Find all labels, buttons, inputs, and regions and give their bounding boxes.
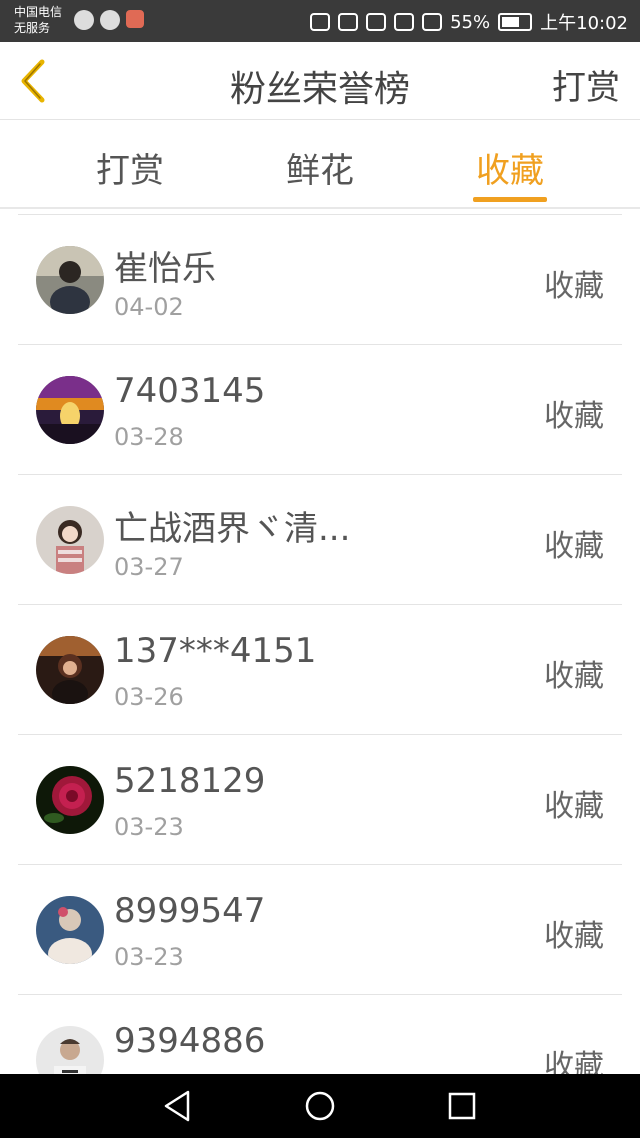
battery-percent: 55% xyxy=(450,11,491,33)
list-item[interactable]: 崔怡乐 04-02 收藏 xyxy=(18,215,622,345)
nav-back-button[interactable] xyxy=(160,1088,196,1124)
user-name: 137***4151 xyxy=(114,631,317,671)
list-item[interactable]: 137***4151 03-26 收藏 xyxy=(18,605,622,735)
battery-icon xyxy=(498,13,533,31)
tab-flowers[interactable]: 鲜花 xyxy=(260,143,380,192)
action-label: 收藏 xyxy=(544,659,604,694)
list-item[interactable]: 7403145 03-28 收藏 xyxy=(18,345,622,475)
alarm-icon xyxy=(366,13,387,31)
page-title: 粉丝荣誉榜 xyxy=(229,69,410,110)
tab-reward[interactable]: 打赏 xyxy=(70,143,190,192)
date: 03-23 xyxy=(114,813,184,841)
action-label: 收藏 xyxy=(544,1049,604,1074)
globe-icon xyxy=(74,10,94,30)
signal-icon xyxy=(422,13,443,31)
date: 04-02 xyxy=(114,293,184,321)
list-item[interactable]: 8999547 03-23 收藏 xyxy=(18,865,622,995)
reward-button[interactable]: 打赏 xyxy=(552,60,620,109)
user-name: 5218129 xyxy=(114,761,266,801)
tab-bar: 打赏 鲜花 收藏 xyxy=(0,121,640,209)
list-item[interactable]: 9394886 收藏 xyxy=(18,995,622,1074)
tab-favorites[interactable]: 收藏 xyxy=(450,143,570,192)
service-status: 无服务 xyxy=(14,21,51,35)
status-bar: 中国电信 无服务 55% 上午10:02 xyxy=(0,0,640,42)
app-notification-icon xyxy=(126,10,144,28)
active-tab-indicator xyxy=(473,197,547,202)
avatar xyxy=(36,636,104,704)
circle-home-icon xyxy=(305,1091,335,1121)
notification-icons xyxy=(74,10,144,30)
action-label: 收藏 xyxy=(544,529,604,564)
list-item[interactable]: 亡战酒界ヾ清... 03-27 收藏 xyxy=(18,475,622,605)
wifi-icon xyxy=(394,13,415,31)
avatar xyxy=(36,246,104,314)
triangle-back-icon xyxy=(164,1090,190,1122)
nav-home-button[interactable] xyxy=(302,1088,338,1124)
user-name: 崔怡乐 xyxy=(114,249,216,289)
date: 03-28 xyxy=(114,423,184,451)
fan-list[interactable]: 崔怡乐 04-02 收藏 7403145 03-28 收藏 亡战酒界ヾ清... … xyxy=(18,214,622,1074)
avatar xyxy=(36,766,104,834)
avatar xyxy=(36,896,104,964)
action-label: 收藏 xyxy=(544,399,604,434)
carrier-name: 中国电信 xyxy=(14,5,63,19)
action-label: 收藏 xyxy=(544,789,604,824)
carrier-info: 中国电信 无服务 xyxy=(14,4,62,36)
system-nav-bar xyxy=(0,1074,640,1138)
user-name: 7403145 xyxy=(114,371,266,411)
user-name: 9394886 xyxy=(114,1021,266,1061)
nav-recents-button[interactable] xyxy=(444,1088,480,1124)
date: 03-27 xyxy=(114,553,184,581)
list-item[interactable]: 5218129 03-23 收藏 xyxy=(18,735,622,865)
headset-icon xyxy=(310,13,331,31)
action-label: 收藏 xyxy=(544,269,604,304)
chat-icon xyxy=(100,10,120,30)
title-bar: 粉丝荣誉榜 打赏 xyxy=(0,42,640,120)
date: 03-26 xyxy=(114,683,184,711)
action-label: 收藏 xyxy=(544,919,604,954)
user-name: 8999547 xyxy=(114,891,266,931)
date: 03-23 xyxy=(114,943,184,971)
avatar xyxy=(36,506,104,574)
status-right: 55% 上午10:02 xyxy=(310,9,628,35)
vibrate-icon xyxy=(338,13,359,31)
square-recents-icon xyxy=(448,1092,476,1120)
avatar xyxy=(36,376,104,444)
user-name: 亡战酒界ヾ清... xyxy=(114,509,351,549)
clock: 上午10:02 xyxy=(540,13,628,34)
avatar xyxy=(36,1026,104,1074)
